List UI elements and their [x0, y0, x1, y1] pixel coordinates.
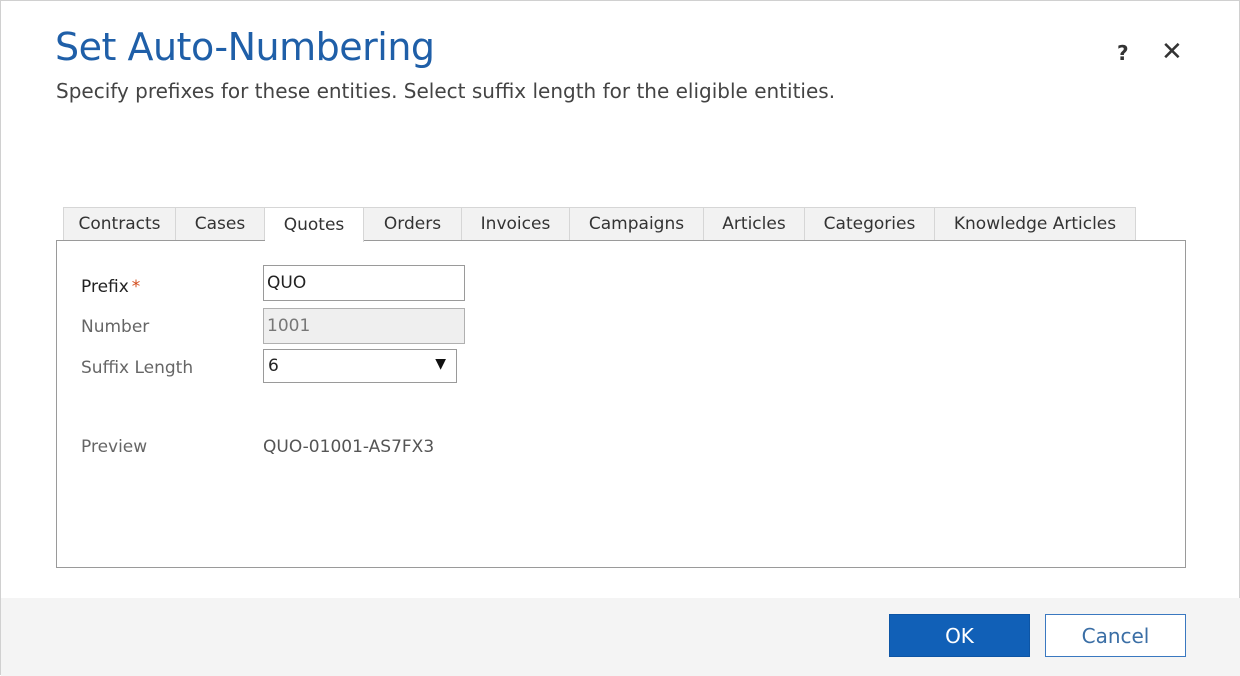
tab-articles[interactable]: Articles	[704, 207, 805, 240]
tab-quotes[interactable]: Quotes	[265, 207, 364, 242]
dialog-subtitle: Specify prefixes for these entities. Sel…	[56, 79, 836, 103]
tab-panel-quotes: Prefix* Number Suffix Length 6 ▼ Preview…	[56, 240, 1186, 568]
prefix-label: Prefix *	[81, 277, 140, 297]
tab-orders[interactable]: Orders	[364, 207, 462, 240]
prefix-input[interactable]	[263, 265, 465, 301]
tab-knowledge-articles[interactable]: Knowledge Articles	[935, 207, 1136, 240]
tab-invoices[interactable]: Invoices	[462, 207, 570, 240]
required-indicator: *	[131, 277, 141, 297]
entity-tabs: Contracts Cases Quotes Orders Invoices C…	[63, 207, 1136, 242]
tab-cases[interactable]: Cases	[176, 207, 265, 240]
prefix-label-text: Prefix	[81, 277, 129, 297]
suffix-length-select[interactable]: 6 ▼	[263, 349, 457, 383]
close-icon[interactable]: ✕	[1161, 37, 1183, 67]
tab-campaigns[interactable]: Campaigns	[570, 207, 704, 240]
help-icon[interactable]: ?	[1117, 41, 1129, 65]
tab-contracts[interactable]: Contracts	[63, 207, 176, 240]
dialog-title: Set Auto-Numbering	[55, 25, 435, 69]
suffix-length-label: Suffix Length	[81, 358, 194, 378]
cancel-button[interactable]: Cancel	[1045, 614, 1186, 657]
preview-value: QUO-01001-AS7FX3	[263, 437, 435, 457]
tab-categories[interactable]: Categories	[805, 207, 935, 240]
preview-label: Preview	[81, 437, 148, 457]
number-input	[263, 308, 465, 344]
dialog-footer: OK Cancel	[1, 598, 1240, 676]
dropdown-arrow-icon: ▼	[435, 356, 446, 372]
suffix-length-value: 6	[268, 356, 279, 376]
number-label: Number	[81, 317, 150, 337]
ok-button[interactable]: OK	[889, 614, 1030, 657]
